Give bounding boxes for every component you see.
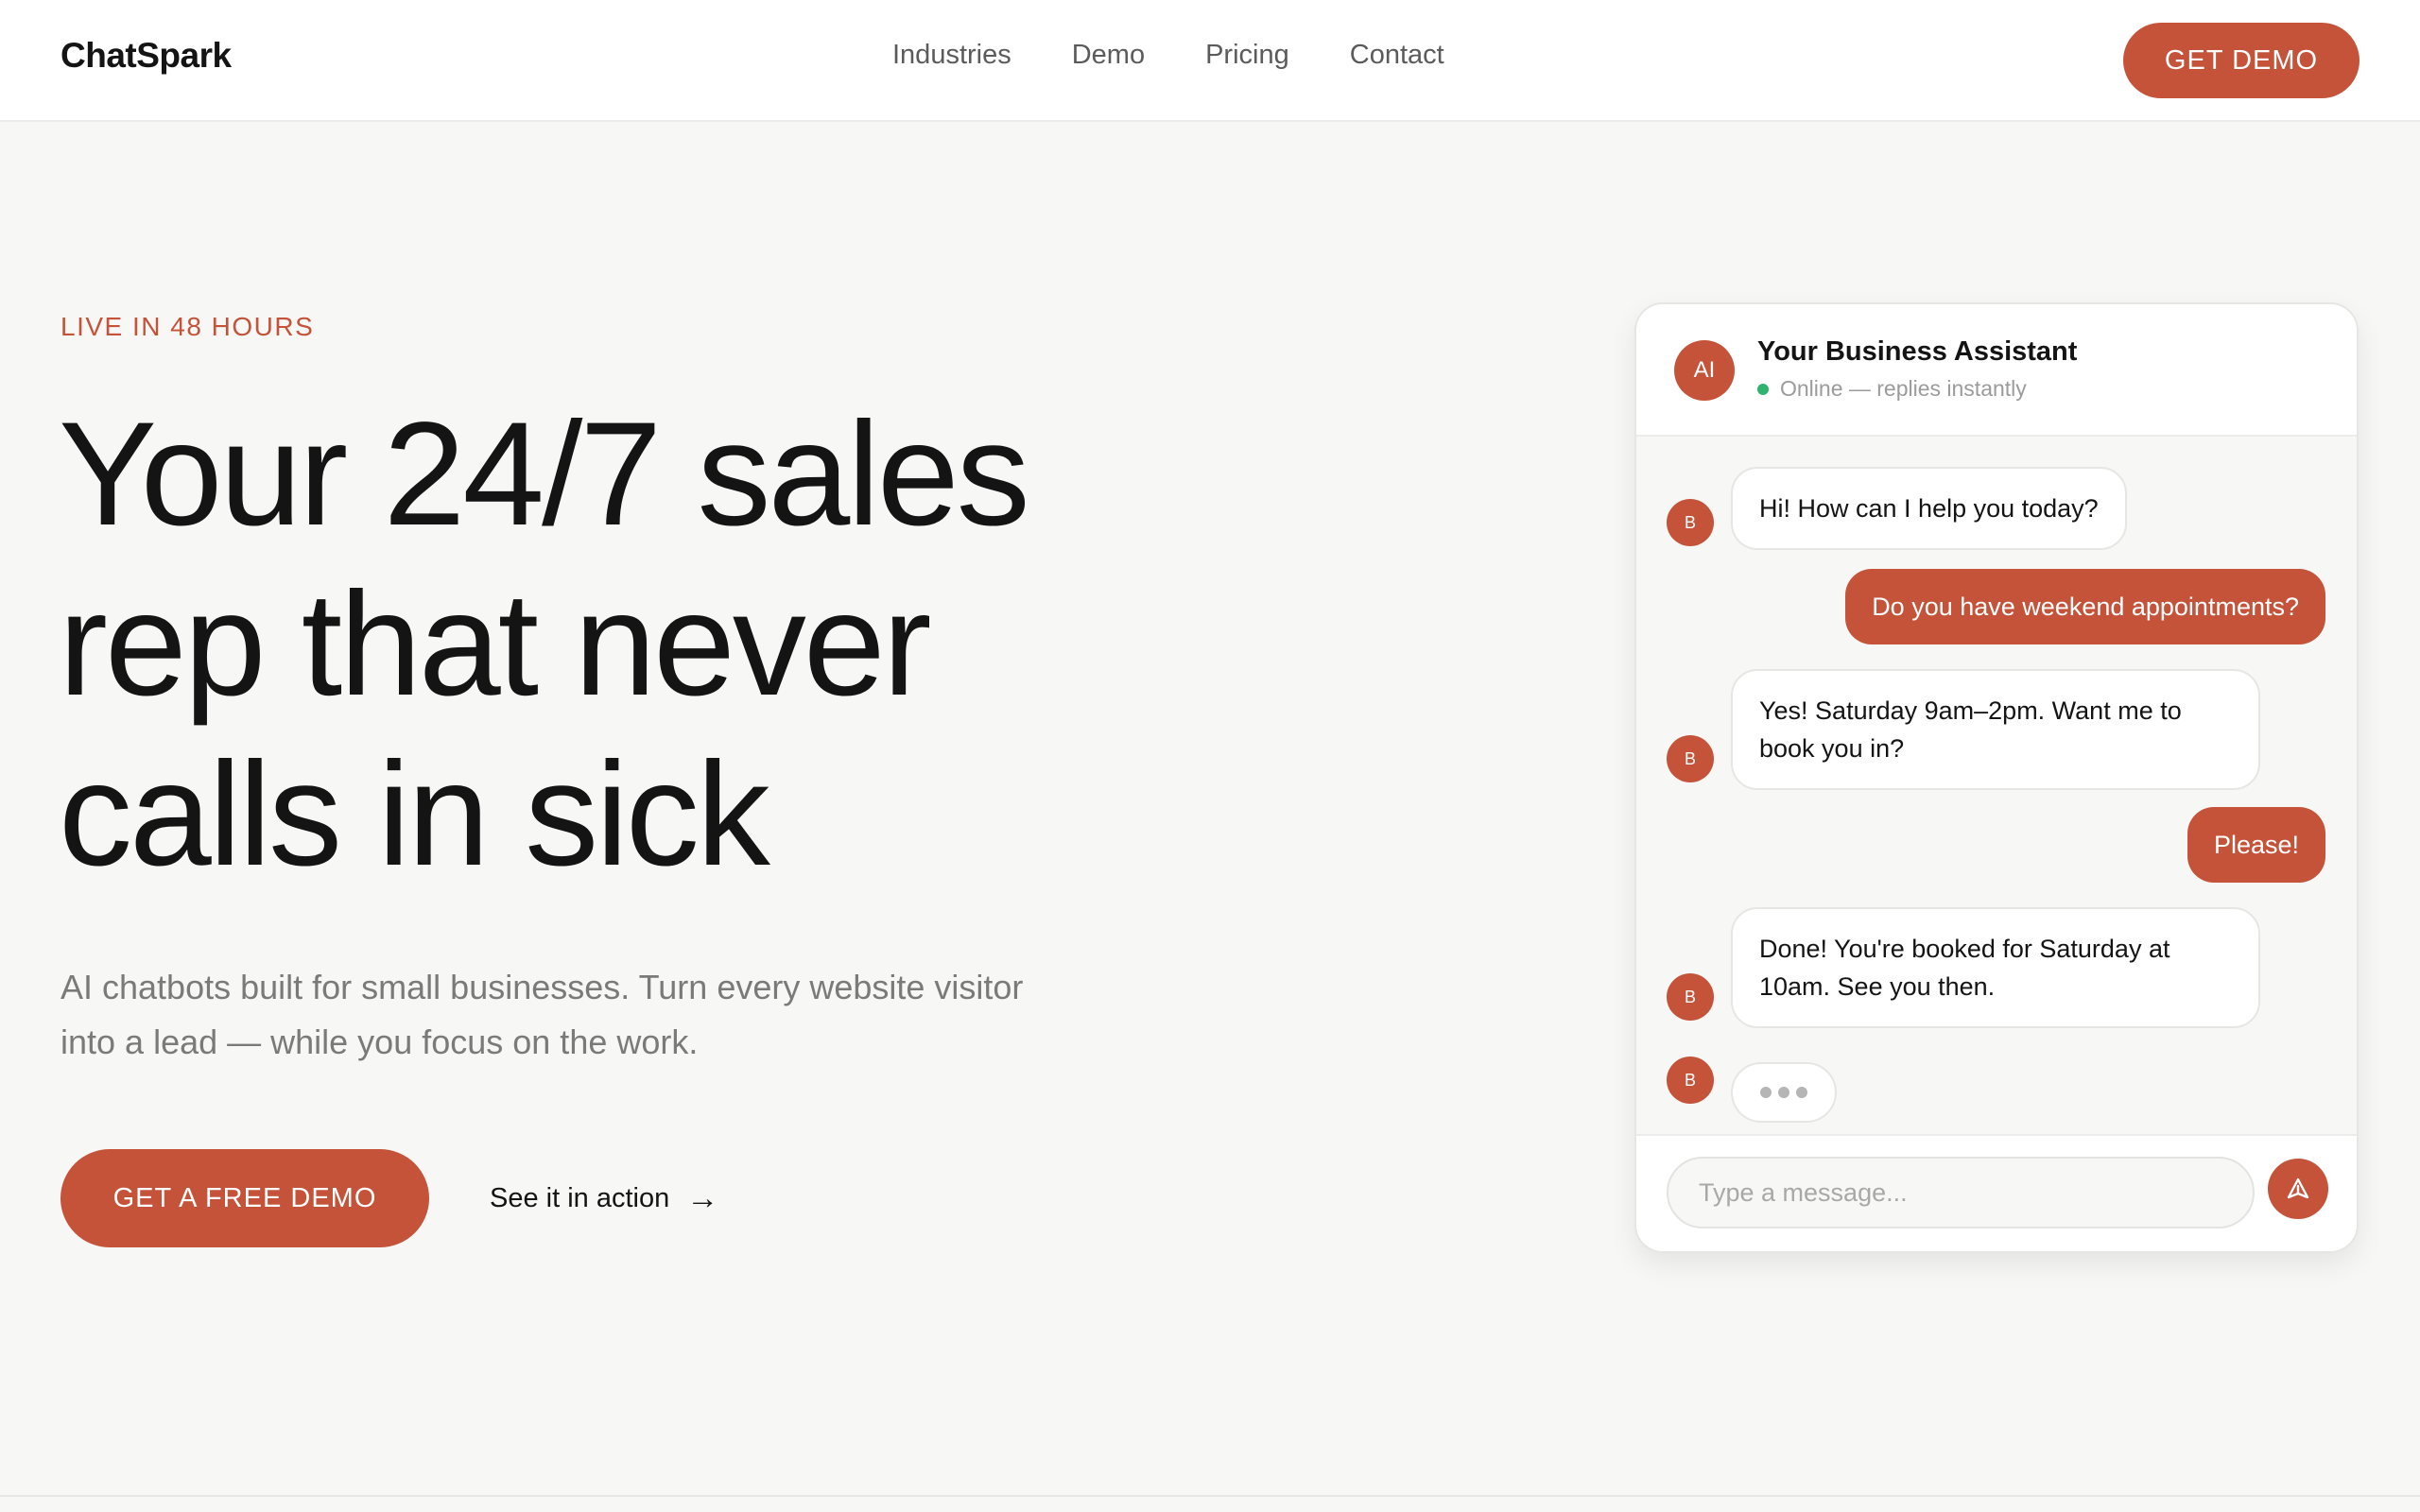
- chat-widget: AI Your Business Assistant Online — repl…: [1634, 302, 2359, 1253]
- send-button[interactable]: [2268, 1159, 2328, 1219]
- nav-link-industries[interactable]: Industries: [892, 40, 1011, 77]
- see-it-in-action-link[interactable]: See it in action →: [490, 1179, 718, 1217]
- hero-headline: Your 24/7 sales rep that never calls in …: [59, 389, 1098, 900]
- get-demo-button[interactable]: GET DEMO: [2123, 23, 2360, 98]
- typing-dot: [1760, 1087, 1772, 1098]
- main-nav: Industries Demo Pricing Contact: [892, 40, 1444, 77]
- arrow-right-icon: →: [686, 1180, 719, 1216]
- chat-header: AI Your Business Assistant Online — repl…: [1636, 304, 2357, 437]
- typing-indicator-icon: [1731, 1062, 1837, 1123]
- logo[interactable]: ChatSpark: [60, 36, 232, 76]
- typing-dot: [1778, 1087, 1789, 1098]
- user-message: Do you have weekend appointments?: [1845, 569, 2325, 644]
- chat-status-text: Online — replies instantly: [1780, 376, 2027, 401]
- nav-link-contact[interactable]: Contact: [1350, 40, 1444, 77]
- online-dot-icon: [1757, 383, 1769, 395]
- headline-line: calls in sick: [59, 732, 770, 897]
- nav-link-demo[interactable]: Demo: [1072, 40, 1145, 77]
- send-icon: [2287, 1177, 2309, 1199]
- bot-message: Done! You're booked for Saturday at 10am…: [1731, 907, 2260, 1028]
- bot-avatar: B: [1667, 973, 1714, 1021]
- bot-message: Yes! Saturday 9am–2pm. Want me to book y…: [1731, 669, 2260, 790]
- chat-status: Online — replies instantly: [1757, 376, 2027, 402]
- assistant-avatar: AI: [1674, 340, 1735, 401]
- chat-messages: B Hi! How can I help you today? Do you hav…: [1636, 437, 2357, 1134]
- get-free-demo-button[interactable]: GET A FREE DEMO: [60, 1149, 429, 1247]
- bot-avatar: B: [1667, 1057, 1714, 1104]
- see-it-in-action-label: See it in action: [490, 1182, 670, 1213]
- headline-line: Your 24/7 sales: [59, 392, 1030, 557]
- top-navigation-bar: ChatSpark Industries Demo Pricing Contac…: [0, 0, 2420, 122]
- user-message: Please!: [2187, 807, 2325, 883]
- nav-link-pricing[interactable]: Pricing: [1205, 40, 1289, 77]
- bot-avatar: B: [1667, 735, 1714, 782]
- bot-message: Hi! How can I help you today?: [1731, 467, 2127, 550]
- headline-line: rep that never: [59, 562, 932, 727]
- typing-dot: [1796, 1087, 1807, 1098]
- chat-title: Your Business Assistant: [1757, 336, 2078, 367]
- hero-eyebrow: LIVE IN 48 HOURS: [60, 312, 315, 341]
- bot-avatar: B: [1667, 499, 1714, 546]
- message-input[interactable]: [1667, 1157, 2255, 1228]
- hero-subheading: AI chatbots built for small businesses. …: [60, 968, 1024, 1061]
- chat-composer: [1636, 1134, 2357, 1251]
- section-divider: [0, 1495, 2420, 1497]
